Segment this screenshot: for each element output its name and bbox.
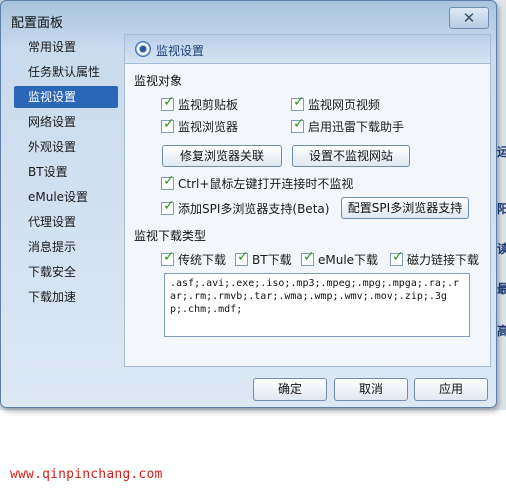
checkbox-label: 磁力链接下载 [407,252,480,267]
enable-download-helper-option[interactable]: ✓ 启用迅雷下载助手 [291,117,404,135]
checkbox-label: 添加SPI多浏览器支持(Beta) [178,201,330,216]
check-icon: ✓ [163,248,175,265]
checkbox-label: 监视浏览器 [178,119,239,134]
panel-header: 监视设置 [125,35,490,64]
sidebar-item-general[interactable]: 常用设置 [14,36,118,58]
check-icon: ✓ [163,197,175,214]
background-fragment: 运 [497,145,506,159]
panel-title: 监视设置 [156,44,205,58]
checkbox-label: BT下载 [252,252,292,267]
sidebar-item-notifications[interactable]: 消息提示 [14,236,118,258]
monitor-browser-option[interactable]: ✓ 监视浏览器 [161,117,238,135]
check-icon: ✓ [163,93,175,110]
checkbox[interactable]: ✓ [291,93,305,111]
checkbox-label: Ctrl+鼠标左键打开连接时不监视 [178,176,354,191]
download-type-bt[interactable]: ✓ BT下载 [235,250,292,268]
sidebar-item-download-security[interactable]: 下载安全 [14,261,118,283]
cancel-button[interactable]: 取消 [334,378,408,401]
monitor-eye-icon [135,41,151,57]
checkbox[interactable]: ✓ [161,93,175,111]
apply-button[interactable]: 应用 [414,378,488,401]
checkbox[interactable]: ✓ [291,115,305,133]
checkbox-label: eMule下载 [318,252,379,267]
background-fragment: 高 [497,324,506,338]
checkbox[interactable]: ✓ [301,248,315,266]
checkbox[interactable]: ✓ [161,172,175,190]
sidebar-item-proxy[interactable]: 代理设置 [14,211,118,233]
check-icon: ✓ [293,115,305,132]
sidebar-item-download-acceleration[interactable]: 下载加速 [14,286,118,308]
watermark-text: www.qinpinchang.com [10,467,163,482]
check-icon: ✓ [163,115,175,132]
sidebar-item-emule[interactable]: eMule设置 [14,186,118,208]
spi-support-option[interactable]: ✓ 添加SPI多浏览器支持(Beta) [161,199,329,217]
download-types-heading: 监视下载类型 [134,229,207,243]
background-fragment: 读 [497,242,506,256]
background-fragment: 最 [497,282,506,296]
no-monitor-sites-button[interactable]: 设置不监视网站 [292,145,410,167]
ok-button[interactable]: 确定 [253,378,327,401]
monitor-clipboard-option[interactable]: ✓ 监视剪贴板 [161,95,238,113]
checkbox[interactable]: ✓ [161,248,175,266]
configure-spi-button[interactable]: 配置SPI多浏览器支持 [341,197,469,219]
monitor-web-video-option[interactable]: ✓ 监视网页视频 [291,95,380,113]
download-type-emule[interactable]: ✓ eMule下载 [301,250,378,268]
config-dialog: 配置面板 ✕ 常用设置 任务默认属性 监视设置 网络设置 外观设置 BT设置 e… [0,0,497,408]
checkbox-label: 监视网页视频 [308,97,381,112]
checkbox-label: 传统下载 [178,252,227,267]
sidebar-item-monitor[interactable]: 监视设置 [14,86,118,108]
check-icon: ✓ [392,248,404,265]
check-icon: ✓ [163,172,175,189]
download-type-magnet[interactable]: ✓ 磁力链接下载 [390,250,479,268]
repair-browser-association-button[interactable]: 修复浏览器关联 [162,145,282,167]
background-content-area [0,410,506,496]
sidebar-item-appearance[interactable]: 外观设置 [14,136,118,158]
check-icon: ✓ [293,93,305,110]
close-icon: ✕ [462,9,476,27]
check-icon: ✓ [303,248,315,265]
checkbox[interactable]: ✓ [235,248,249,266]
download-type-traditional[interactable]: ✓ 传统下载 [161,250,226,268]
close-button[interactable]: ✕ [449,7,489,29]
checkbox-label: 启用迅雷下载助手 [308,119,405,134]
checkbox[interactable]: ✓ [161,197,175,215]
monitor-objects-heading: 监视对象 [134,74,183,88]
checkbox[interactable]: ✓ [161,115,175,133]
checkbox-label: 监视剪贴板 [178,97,239,112]
check-icon: ✓ [237,248,249,265]
checkbox[interactable]: ✓ [390,248,404,266]
sidebar-item-bt[interactable]: BT设置 [14,161,118,183]
ctrl-click-no-monitor-option[interactable]: ✓ Ctrl+鼠标左键打开连接时不监视 [161,174,353,192]
sidebar-item-network[interactable]: 网络设置 [14,111,118,133]
file-extensions-textarea[interactable]: .asf;.avi;.exe;.iso;.mp3;.mpeg;.mpg;.mpg… [164,273,470,337]
sidebar-item-task-defaults[interactable]: 任务默认属性 [14,61,118,83]
dialog-title: 配置面板 [11,16,64,31]
dialog-titlebar[interactable]: 配置面板 ✕ [1,1,496,33]
background-fragment: 阳 [497,202,506,216]
settings-sidebar: 常用设置 任务默认属性 监视设置 网络设置 外观设置 BT设置 eMule设置 … [10,33,122,368]
